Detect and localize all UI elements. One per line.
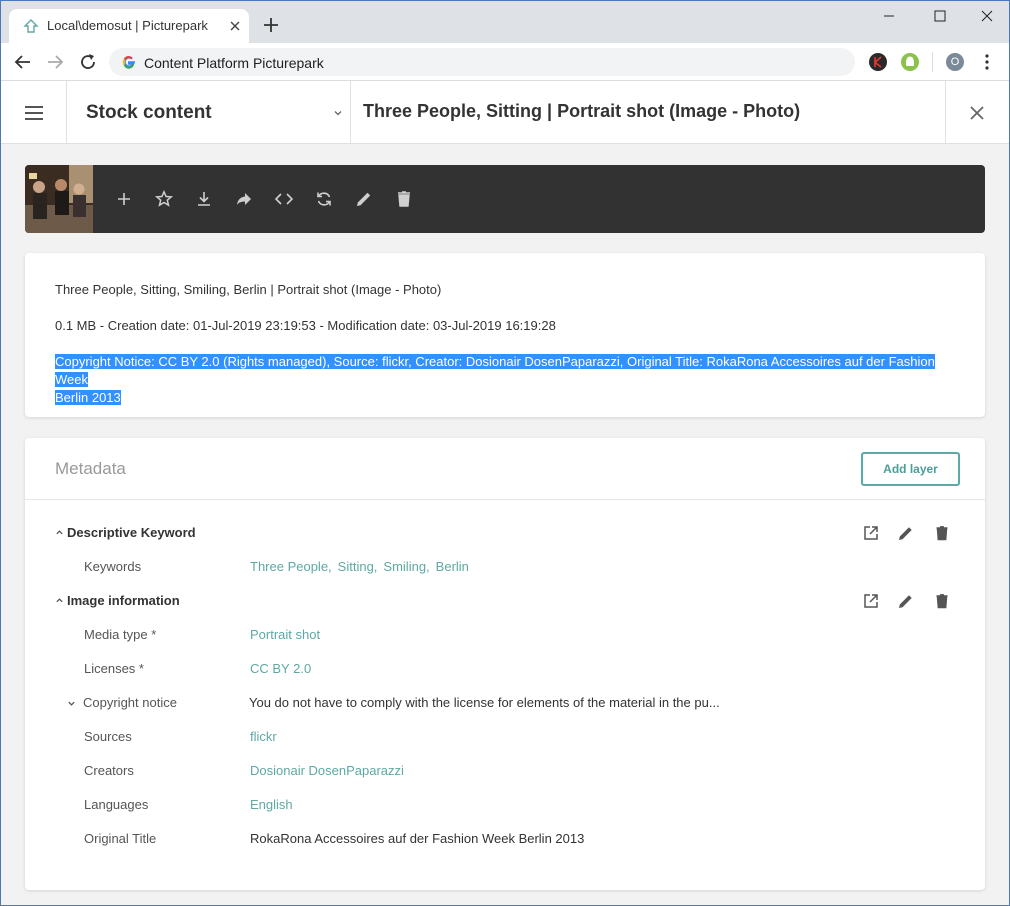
download-icon[interactable] xyxy=(194,189,214,209)
extension-android-icon[interactable] xyxy=(901,53,919,71)
field-label-media-type: Media type * xyxy=(84,627,157,642)
browser-window: Local\demosut | Picturepark Content Plat… xyxy=(0,0,1010,906)
content-summary: Three People, Sitting, Smiling, Berlin |… xyxy=(55,282,442,297)
field-value-keywords: Three People, Sitting, Smiling, Berlin xyxy=(250,559,475,574)
section-title: Image information xyxy=(67,593,180,608)
field-label-languages: Languages xyxy=(84,797,149,812)
keyword-link[interactable]: Sitting, xyxy=(338,559,378,574)
field-value-original-title: RokaRona Accessoires auf der Fashion Wee… xyxy=(250,831,585,846)
copyright-line-1: Copyright Notice: CC BY 2.0 (Rights mana… xyxy=(55,354,935,387)
channel-selector[interactable]: Stock content xyxy=(86,102,212,124)
google-icon xyxy=(122,56,135,69)
address-text: Content Platform Picturepark xyxy=(144,55,324,71)
edit-icon[interactable] xyxy=(897,592,915,610)
field-label-creators: Creators xyxy=(84,763,134,778)
chevron-up-icon xyxy=(55,528,67,540)
tab-close-icon[interactable] xyxy=(227,18,243,34)
field-value-copyright-notice: You do not have to comply with the licen… xyxy=(249,695,720,710)
add-icon[interactable] xyxy=(114,189,134,209)
header-divider xyxy=(66,81,67,144)
field-value-creators[interactable]: Dosionair DosenPaparazzi xyxy=(250,763,404,778)
close-icon[interactable] xyxy=(967,103,987,123)
field-label-copyright-notice[interactable]: Copyright notice xyxy=(83,695,177,710)
field-label-sources: Sources xyxy=(84,729,132,744)
copyright-line-2: Berlin 2013 xyxy=(55,390,121,405)
profile-avatar[interactable]: O xyxy=(946,53,964,71)
browser-tab[interactable]: Local\demosut | Picturepark xyxy=(9,9,249,43)
browser-toolbar: Content Platform Picturepark O xyxy=(1,43,1009,81)
share-icon[interactable] xyxy=(234,189,254,209)
minimize-icon[interactable] xyxy=(875,6,903,26)
browser-menu-icon[interactable] xyxy=(981,53,993,71)
window-close-icon[interactable] xyxy=(973,6,1001,26)
delete-icon[interactable] xyxy=(933,592,951,610)
content-area: Three People, Sitting, Smiling, Berlin |… xyxy=(1,145,1009,905)
section-image-information[interactable]: Image information xyxy=(55,593,180,608)
menu-icon[interactable] xyxy=(23,103,45,123)
copyright-summary: Copyright Notice: CC BY 2.0 (Rights mana… xyxy=(55,353,955,407)
embed-code-icon[interactable] xyxy=(274,189,294,209)
field-value-licenses[interactable]: CC BY 2.0 xyxy=(250,661,311,676)
section-title: Descriptive Keyword xyxy=(67,525,196,540)
tab-strip: Local\demosut | Picturepark xyxy=(1,1,1009,43)
android-icon xyxy=(906,56,914,66)
metadata-title: Metadata xyxy=(55,459,126,478)
star-icon[interactable] xyxy=(154,189,174,209)
extension-k-icon[interactable] xyxy=(869,53,887,71)
image-thumbnail[interactable] xyxy=(25,165,93,233)
edit-icon[interactable] xyxy=(897,524,915,542)
add-layer-button[interactable]: Add layer xyxy=(861,452,960,486)
chevron-up-icon xyxy=(55,596,67,608)
keyword-link[interactable]: Berlin xyxy=(436,559,469,574)
header-divider xyxy=(350,81,351,144)
maximize-icon[interactable] xyxy=(926,6,954,26)
forward-icon[interactable] xyxy=(45,52,65,72)
new-tab-icon[interactable] xyxy=(261,15,281,35)
chevron-down-icon[interactable] xyxy=(333,108,343,118)
field-value-media-type[interactable]: Portrait shot xyxy=(250,627,320,642)
refresh-icon[interactable] xyxy=(314,189,334,209)
field-label-keywords: Keywords xyxy=(84,559,142,574)
action-bar xyxy=(25,165,985,233)
address-bar[interactable]: Content Platform Picturepark xyxy=(109,48,855,76)
open-external-icon[interactable] xyxy=(862,524,880,542)
delete-icon[interactable] xyxy=(933,524,951,542)
file-details: 0.1 MB - Creation date: 01-Jul-2019 23:1… xyxy=(55,318,556,333)
info-card: Three People, Sitting, Smiling, Berlin |… xyxy=(25,253,985,417)
keyword-link[interactable]: Smiling, xyxy=(383,559,429,574)
chevron-down-icon[interactable] xyxy=(67,699,76,708)
field-label-original-title: Original Title xyxy=(84,831,157,846)
toolbar-separator xyxy=(932,52,933,72)
reload-icon[interactable] xyxy=(78,52,98,72)
app-header: Stock content Three People, Sitting | Po… xyxy=(1,81,1009,144)
delete-icon[interactable] xyxy=(394,189,414,209)
field-value-sources[interactable]: flickr xyxy=(250,729,277,744)
picturepark-favicon-icon xyxy=(23,19,39,33)
tab-title: Local\demosut | Picturepark xyxy=(47,18,208,33)
header-divider xyxy=(945,81,946,144)
edit-icon[interactable] xyxy=(354,189,374,209)
back-icon[interactable] xyxy=(13,52,33,72)
metadata-card: Metadata Add layer Descriptive Keyword K… xyxy=(25,438,985,890)
k-letter-icon xyxy=(873,56,882,68)
metadata-divider xyxy=(25,499,985,500)
field-value-languages[interactable]: English xyxy=(250,797,293,812)
open-external-icon[interactable] xyxy=(862,592,880,610)
section-descriptive-keyword[interactable]: Descriptive Keyword xyxy=(55,525,196,540)
keyword-link[interactable]: Three People, xyxy=(250,559,332,574)
page-title: Three People, Sitting | Portrait shot (I… xyxy=(363,101,801,121)
field-label-licenses: Licenses * xyxy=(84,661,144,676)
